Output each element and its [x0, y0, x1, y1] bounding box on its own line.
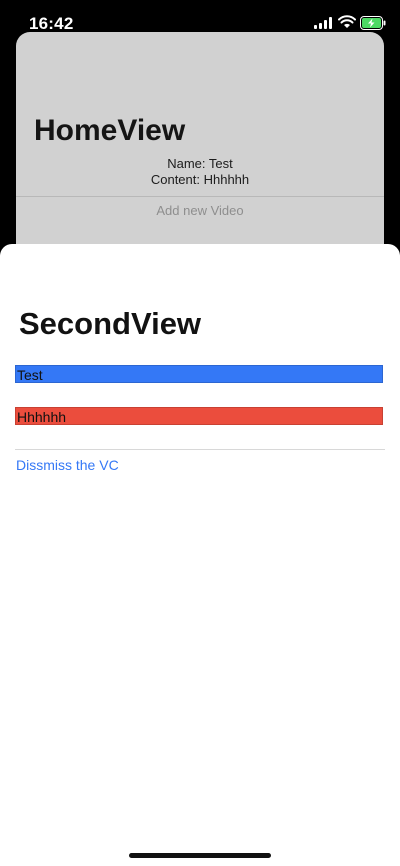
- battery-charging-icon: [360, 16, 386, 30]
- home-indicator[interactable]: [129, 853, 271, 858]
- home-divider: [16, 196, 384, 197]
- content-text-field[interactable]: Hhhhhh: [15, 407, 383, 425]
- home-view-title: HomeView: [34, 114, 186, 147]
- status-time: 16:42: [29, 14, 74, 33]
- name-text-field[interactable]: Test: [15, 365, 383, 383]
- second-view-sheet: SecondView Test Hhhhhh Dissmiss the VC: [0, 244, 400, 866]
- dismiss-vc-button[interactable]: Dissmiss the VC: [16, 457, 119, 473]
- home-name-text: Name: Test: [167, 156, 233, 171]
- cellular-signal-icon: [314, 17, 332, 29]
- home-content-text: Content: Hhhhhh: [150, 172, 250, 187]
- wifi-icon: [338, 15, 356, 28]
- sheet-divider: [15, 449, 385, 450]
- second-view-title: SecondView: [19, 306, 202, 341]
- add-new-video-button[interactable]: Add new Video: [16, 203, 384, 218]
- home-view-card: HomeView Name: Test Content: Hhhhhh Add …: [16, 32, 384, 272]
